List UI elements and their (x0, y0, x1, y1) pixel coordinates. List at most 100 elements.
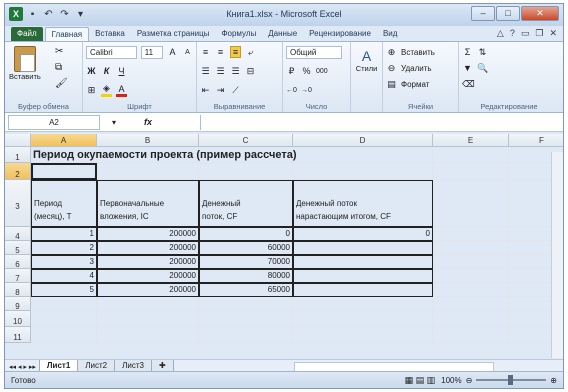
cell-c2[interactable] (199, 163, 293, 180)
data-cum[interactable] (293, 241, 433, 255)
decrease-indent-icon[interactable]: ⇤ (200, 85, 211, 96)
tab-insert[interactable]: Вставка (89, 27, 131, 41)
minimize-icon[interactable]: – (471, 6, 495, 21)
find-icon[interactable]: 🔍 (477, 63, 488, 74)
name-box[interactable]: A2 (8, 114, 100, 130)
delete-cells-button[interactable]: Удалить (401, 64, 432, 73)
bold-button[interactable]: Ж (86, 66, 97, 76)
shrink-font-button[interactable]: A (182, 49, 193, 56)
paste-button[interactable]: Вставить (9, 46, 41, 81)
column-header-f[interactable]: F (509, 134, 563, 147)
sort-filter-icon[interactable]: ⇅ (477, 47, 488, 58)
row-header-4[interactable]: 4 (5, 227, 31, 241)
insert-cells-button[interactable]: Вставить (401, 48, 435, 57)
zoom-out-icon[interactable]: ⊖ (466, 376, 473, 385)
row-header-9[interactable]: 9 (5, 297, 31, 311)
data-ic[interactable]: 200000 (97, 227, 199, 241)
data-period[interactable]: 2 (31, 241, 97, 255)
data-ic[interactable]: 200000 (97, 283, 199, 297)
data-cf[interactable]: 60000 (199, 241, 293, 255)
italic-button[interactable]: К (101, 66, 112, 76)
data-cf[interactable]: 0 (199, 227, 293, 241)
cell-e11[interactable] (433, 327, 509, 343)
data-cum[interactable]: 0 (293, 227, 433, 241)
align-top-icon[interactable]: ≡ (200, 47, 211, 57)
column-header-b[interactable]: B (97, 134, 199, 147)
cell-e9[interactable] (433, 297, 509, 311)
orientation-icon[interactable]: ⟋ (230, 85, 241, 96)
formula-input[interactable] (200, 115, 561, 130)
align-left-icon[interactable]: ☰ (200, 66, 211, 77)
column-header-d[interactable]: D (293, 134, 433, 147)
vertical-scrollbar[interactable] (551, 152, 563, 358)
cell-d10[interactable] (293, 311, 433, 327)
cell-c11[interactable] (199, 327, 293, 343)
underline-button[interactable]: Ч (116, 66, 127, 76)
cell-e10[interactable] (433, 311, 509, 327)
cut-icon[interactable]: ✂ (55, 46, 68, 57)
row-header-10[interactable]: 10 (5, 311, 31, 327)
autosum-button[interactable]: Σ (462, 47, 473, 57)
data-period[interactable]: 1 (31, 227, 97, 241)
maximize-icon[interactable]: □ (496, 6, 520, 21)
column-header-e[interactable]: E (433, 134, 509, 147)
data-ic[interactable]: 200000 (97, 255, 199, 269)
cell-e2[interactable] (433, 163, 509, 180)
zoom-slider-thumb[interactable] (508, 375, 514, 385)
cell-a9[interactable] (31, 297, 97, 311)
styles-button[interactable]: A Стили (354, 48, 379, 73)
cell-e3[interactable] (433, 180, 509, 227)
tab-data[interactable]: Данные (262, 27, 303, 41)
currency-icon[interactable]: ₽ (286, 66, 297, 77)
zoom-level[interactable]: 100% (441, 376, 461, 385)
cell-d2[interactable] (293, 163, 433, 180)
data-cum[interactable] (293, 283, 433, 297)
cell-e1[interactable] (433, 147, 509, 163)
data-cum[interactable] (293, 255, 433, 269)
decrease-decimal-icon[interactable]: →0 (301, 87, 312, 94)
merge-icon[interactable]: ⊟ (245, 66, 256, 77)
fill-color-icon[interactable]: ◈ (101, 83, 112, 97)
cell-b11[interactable] (97, 327, 199, 343)
format-cells-button[interactable]: Формат (401, 80, 429, 89)
selected-cell-a2[interactable] (31, 163, 97, 180)
data-period[interactable]: 5 (31, 283, 97, 297)
format-painter-icon[interactable]: 🖌 (55, 78, 68, 89)
insert-function-button[interactable]: fx (144, 117, 152, 127)
cell-e8[interactable] (433, 283, 509, 297)
data-cf[interactable]: 65000 (199, 283, 293, 297)
tab-page-layout[interactable]: Разметка страницы (131, 27, 216, 41)
tab-file[interactable]: Файл (11, 27, 43, 41)
data-cf[interactable]: 70000 (199, 255, 293, 269)
column-header-a[interactable]: A (31, 134, 97, 147)
doc-minimize-icon[interactable]: ▭ (521, 28, 530, 39)
percent-button[interactable]: % (301, 66, 312, 76)
cell-e7[interactable] (433, 269, 509, 283)
close-icon[interactable]: ✕ (521, 6, 559, 21)
row-header-1[interactable]: 1 (5, 147, 31, 163)
font-name-select[interactable]: Calibri (86, 45, 137, 59)
data-period[interactable]: 4 (31, 269, 97, 283)
data-ic[interactable]: 200000 (97, 269, 199, 283)
row-header-8[interactable]: 8 (5, 283, 31, 297)
tab-review[interactable]: Рецензирование (303, 27, 377, 41)
number-format-select[interactable]: Общий (286, 45, 342, 59)
doc-restore-icon[interactable]: ❐ (535, 28, 543, 39)
cell-d9[interactable] (293, 297, 433, 311)
align-middle-icon[interactable]: ≡ (215, 47, 226, 57)
zoom-in-icon[interactable]: ⊕ (550, 376, 557, 385)
wrap-text-icon[interactable]: ⤶ (245, 47, 256, 58)
data-cf[interactable]: 80000 (199, 269, 293, 283)
data-period[interactable]: 3 (31, 255, 97, 269)
column-header-c[interactable]: C (199, 134, 293, 147)
fill-icon[interactable]: ▼ (462, 63, 473, 73)
doc-close-icon[interactable]: ✕ (549, 28, 557, 39)
increase-decimal-icon[interactable]: ←0 (286, 87, 297, 94)
data-ic[interactable]: 200000 (97, 241, 199, 255)
thousands-button[interactable]: 000 (316, 68, 328, 75)
cell-b9[interactable] (97, 297, 199, 311)
cell-a10[interactable] (31, 311, 97, 327)
page-view-icons[interactable]: ▦ ▤ ▥ (405, 375, 436, 386)
row-header-3[interactable]: 3 (5, 180, 31, 227)
cell-e5[interactable] (433, 241, 509, 255)
